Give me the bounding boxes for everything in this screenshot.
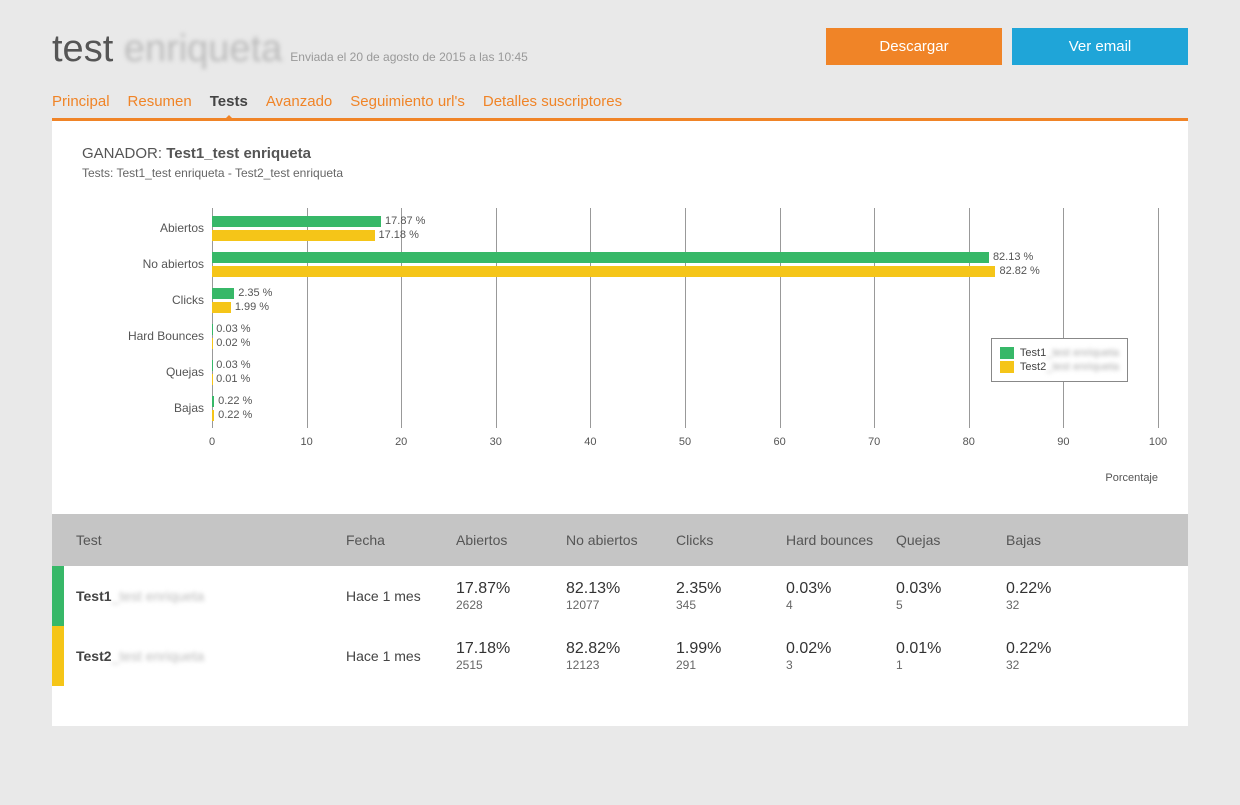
chart-x-tick: 30 bbox=[490, 436, 502, 448]
cell-complaints: 0.03%5 bbox=[896, 580, 1006, 612]
tests-panel: GANADOR: Test1_test enriqueta Tests: Tes… bbox=[52, 121, 1188, 726]
chart-bar bbox=[212, 230, 375, 241]
cell-date: Hace 1 mes bbox=[346, 648, 456, 664]
row-accent bbox=[52, 566, 64, 626]
cell-hardbounces: 0.03%4 bbox=[786, 580, 896, 612]
cell-clicks: 2.35%345 bbox=[676, 580, 786, 612]
chart-category-label: Bajas bbox=[102, 401, 212, 415]
chart-x-tick: 100 bbox=[1149, 436, 1167, 448]
page-title: test enriqueta bbox=[52, 28, 282, 71]
cell-date: Hace 1 mes bbox=[346, 588, 456, 604]
chart-bar-label: 82.82 % bbox=[999, 265, 1039, 277]
winner-name: Test1_test enriqueta bbox=[166, 145, 311, 162]
cell-complaints: 0.01%1 bbox=[896, 640, 1006, 672]
chart-x-tick: 50 bbox=[679, 436, 691, 448]
table-row: Test1_test enriquetaHace 1 mes17.87%2628… bbox=[52, 566, 1188, 626]
chart-row: Clicks 2.35 % 1.99 % bbox=[102, 282, 1158, 318]
cell-test-name: Test1_test enriqueta bbox=[76, 588, 346, 604]
chart-bar-label: 0.22 % bbox=[218, 395, 252, 407]
th-test: Test bbox=[76, 532, 346, 548]
title-suffix-blur: enriqueta bbox=[124, 28, 282, 70]
chart-x-tick: 80 bbox=[963, 436, 975, 448]
chart-bar bbox=[212, 396, 214, 407]
chart-bar bbox=[212, 288, 234, 299]
title-block: test enriqueta Enviada el 20 de agosto d… bbox=[52, 28, 528, 71]
th-date: Fecha bbox=[346, 532, 456, 548]
th-unsub: Bajas bbox=[1006, 532, 1116, 548]
chart-category-label: No abiertos bbox=[102, 257, 212, 271]
header-actions: Descargar Ver email bbox=[826, 28, 1188, 65]
chart-x-tick: 20 bbox=[395, 436, 407, 448]
chart-x-tick: 0 bbox=[209, 436, 215, 448]
chart-x-tick: 10 bbox=[300, 436, 312, 448]
cell-unsub: 0.22%32 bbox=[1006, 580, 1116, 612]
chart-bar bbox=[212, 302, 231, 313]
chart-bar bbox=[212, 252, 989, 263]
chart-x-tick: 90 bbox=[1057, 436, 1069, 448]
chart-bar bbox=[212, 266, 995, 277]
chart-category-label: Abiertos bbox=[102, 221, 212, 235]
chart-bar-label: 0.22 % bbox=[218, 409, 252, 421]
tabs-bar: Principal Resumen Tests Avanzado Seguimiento… bbox=[52, 89, 1188, 121]
chart-category-label: Quejas bbox=[102, 365, 212, 379]
tab-seguimiento-url-s[interactable]: Seguimiento url's bbox=[350, 89, 465, 118]
chart-bar-label: 2.35 % bbox=[238, 287, 272, 299]
winner-line: GANADOR: Test1_test enriqueta bbox=[82, 145, 1158, 162]
chart-bar-label: 17.87 % bbox=[385, 215, 425, 227]
table-row: Test2_test enriquetaHace 1 mes17.18%2515… bbox=[52, 626, 1188, 686]
chart-category-label: Hard Bounces bbox=[102, 329, 212, 343]
download-button[interactable]: Descargar bbox=[826, 28, 1002, 65]
cell-unsub: 0.22%32 bbox=[1006, 640, 1116, 672]
cell-hardbounces: 0.02%3 bbox=[786, 640, 896, 672]
chart-x-tick: 40 bbox=[584, 436, 596, 448]
results-table: Test Fecha Abiertos No abiertos Clicks H… bbox=[52, 514, 1188, 686]
tab-principal[interactable]: Principal bbox=[52, 89, 110, 118]
cell-noopens: 82.82%12123 bbox=[566, 640, 676, 672]
chart-category-label: Clicks bbox=[102, 293, 212, 307]
table-header: Test Fecha Abiertos No abiertos Clicks H… bbox=[52, 514, 1188, 566]
cell-opens: 17.87%2628 bbox=[456, 580, 566, 612]
chart-bar-label: 0.01 % bbox=[216, 373, 250, 385]
page-header: test enriqueta Enviada el 20 de agosto d… bbox=[52, 28, 1188, 71]
tab-tests[interactable]: Tests bbox=[210, 89, 248, 118]
cell-opens: 17.18%2515 bbox=[456, 640, 566, 672]
tab-resumen[interactable]: Resumen bbox=[128, 89, 192, 118]
chart-row: Abiertos 17.87 % 17.18 % bbox=[102, 210, 1158, 246]
cell-clicks: 1.99%291 bbox=[676, 640, 786, 672]
chart-row: No abiertos 82.13 % 82.82 % bbox=[102, 246, 1158, 282]
chart-x-tick: 60 bbox=[773, 436, 785, 448]
row-accent bbox=[52, 514, 64, 566]
chart-bar-label: 0.03 % bbox=[216, 359, 250, 371]
th-clicks: Clicks bbox=[676, 532, 786, 548]
chart-bar bbox=[212, 216, 381, 227]
chart-bar-label: 82.13 % bbox=[993, 251, 1033, 263]
chart-bar bbox=[212, 410, 214, 421]
chart-bar-label: 0.03 % bbox=[216, 323, 250, 335]
th-noopens: No abiertos bbox=[566, 532, 676, 548]
tab-detalles-suscriptores[interactable]: Detalles suscriptores bbox=[483, 89, 622, 118]
th-complaints: Quejas bbox=[896, 532, 1006, 548]
th-opens: Abiertos bbox=[456, 532, 566, 548]
tab-avanzado[interactable]: Avanzado bbox=[266, 89, 332, 118]
page-subtitle: Enviada el 20 de agosto de 2015 a las 10… bbox=[290, 50, 528, 64]
cell-noopens: 82.13%12077 bbox=[566, 580, 676, 612]
chart-x-label: Porcentaje bbox=[212, 472, 1158, 484]
view-email-button[interactable]: Ver email bbox=[1012, 28, 1188, 65]
th-hardbounces: Hard bounces bbox=[786, 532, 896, 548]
chart-bar-label: 0.02 % bbox=[216, 337, 250, 349]
chart-bar-label: 17.18 % bbox=[379, 229, 419, 241]
cell-test-name: Test2_test enriqueta bbox=[76, 648, 346, 664]
row-accent bbox=[52, 626, 64, 686]
chart-x-tick: 70 bbox=[868, 436, 880, 448]
chart-row: Hard Bounces 0.03 % 0.02 % bbox=[102, 318, 1158, 354]
chart-row: Quejas 0.03 % 0.01 % bbox=[102, 354, 1158, 390]
chart-bar-label: 1.99 % bbox=[235, 301, 269, 313]
winner-prefix: GANADOR: bbox=[82, 145, 162, 162]
chart-row: Bajas 0.22 % 0.22 % bbox=[102, 390, 1158, 426]
comparison-chart: Abiertos 17.87 % 17.18 % No abiertos 82.13 %… bbox=[102, 210, 1158, 484]
title-prefix: test bbox=[52, 28, 113, 70]
chart-x-axis: 0102030405060708090100 bbox=[212, 436, 1158, 460]
tests-line: Tests: Test1_test enriqueta - Test2_test… bbox=[82, 166, 1158, 180]
